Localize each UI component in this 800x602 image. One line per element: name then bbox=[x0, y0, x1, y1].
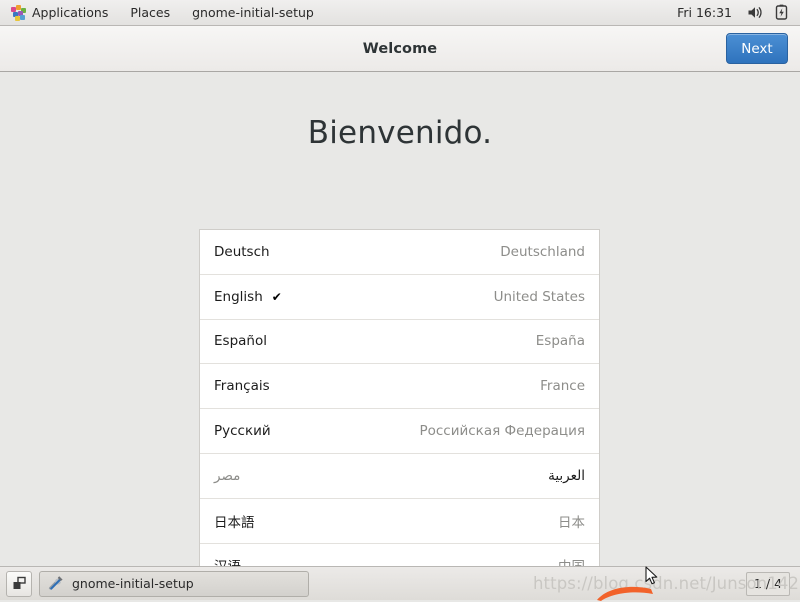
taskbar-window-button[interactable]: gnome-initial-setup bbox=[39, 570, 309, 597]
applications-menu[interactable]: Applications bbox=[0, 0, 119, 25]
language-row[interactable]: العربية مصر bbox=[200, 453, 599, 499]
language-row[interactable]: Español España bbox=[200, 319, 599, 365]
taskbar-window-label: gnome-initial-setup bbox=[72, 576, 194, 591]
applications-pinwheel-icon bbox=[11, 5, 26, 21]
language-name-label: Deutsch bbox=[214, 243, 270, 260]
language-region-label: España bbox=[535, 333, 585, 350]
language-row[interactable]: Deutsch Deutschland bbox=[200, 230, 599, 275]
language-name: Deutsch bbox=[214, 244, 270, 260]
battery-charging-icon[interactable] bbox=[768, 0, 794, 26]
places-menu[interactable]: Places bbox=[119, 0, 181, 25]
window-content: Bienvenido. Deutsch Deutschland English ✔ Un… bbox=[0, 72, 800, 566]
language-row[interactable]: Русский Российская Федерация bbox=[200, 409, 599, 454]
active-application-menu[interactable]: gnome-initial-setup bbox=[181, 0, 325, 25]
tools-wrench-screwdriver-icon bbox=[48, 574, 65, 594]
language-list[interactable]: Deutsch Deutschland English ✔ United States E… bbox=[199, 229, 600, 566]
workspace-switcher[interactable]: 1 / 4 bbox=[746, 571, 790, 596]
language-name-label: العربية bbox=[548, 467, 585, 484]
window-header-bar: Welcome Next bbox=[0, 26, 800, 72]
language-name-label: Français bbox=[214, 378, 270, 395]
page-title: Welcome bbox=[362, 40, 438, 57]
language-row[interactable]: Français France bbox=[200, 364, 599, 410]
language-row[interactable]: 日本語 日本 bbox=[200, 498, 599, 544]
applications-menu-label: Applications bbox=[32, 5, 109, 20]
language-name: Español bbox=[214, 333, 267, 349]
language-region-label: Российская Федерация bbox=[419, 423, 585, 440]
language-name: Français bbox=[214, 378, 270, 394]
selected-check-icon: ✔ bbox=[271, 289, 282, 304]
language-region-label: 中国 bbox=[558, 555, 585, 566]
menu-bar-left-group: Applications Places gnome-initial-setup bbox=[0, 0, 325, 25]
language-name: English ✔ bbox=[214, 289, 282, 305]
next-button[interactable]: Next bbox=[726, 33, 788, 64]
desktop-menu-bar: Applications Places gnome-initial-setup … bbox=[0, 0, 800, 26]
language-name: العربية bbox=[548, 468, 585, 484]
language-row[interactable]: English ✔ United States bbox=[200, 274, 599, 320]
taskbar: gnome-initial-setup 1 / 4 bbox=[0, 566, 800, 600]
language-name: 日本語 bbox=[214, 511, 255, 531]
language-name-label: English bbox=[214, 288, 263, 305]
places-menu-label: Places bbox=[130, 5, 171, 20]
language-name-label: Español bbox=[214, 333, 267, 350]
language-row[interactable]: 汉语 中国 bbox=[200, 543, 599, 566]
language-name-label: 汉语 bbox=[214, 555, 241, 566]
language-name-label: Русский bbox=[214, 423, 271, 440]
language-name: Русский bbox=[214, 423, 271, 439]
clock[interactable]: Fri 16:31 bbox=[667, 5, 742, 20]
show-desktop-icon[interactable] bbox=[6, 570, 32, 597]
language-region-label: مصر bbox=[214, 467, 241, 484]
language-region-label: Deutschland bbox=[500, 243, 585, 260]
menu-bar-status-area: Fri 16:31 bbox=[667, 0, 800, 25]
language-name-label: 日本語 bbox=[214, 514, 255, 531]
language-region-label: France bbox=[540, 378, 585, 395]
language-name: 汉语 bbox=[214, 555, 241, 566]
gnome-initial-setup-window: Welcome Next Bienvenido. Deutsch Deutschl… bbox=[0, 26, 800, 566]
active-application-label: gnome-initial-setup bbox=[192, 5, 314, 20]
language-region-label: 日本 bbox=[558, 514, 585, 531]
volume-speaker-icon[interactable] bbox=[742, 0, 768, 26]
welcome-heading: Bienvenido. bbox=[307, 115, 493, 151]
language-region-label: United States bbox=[493, 288, 585, 305]
